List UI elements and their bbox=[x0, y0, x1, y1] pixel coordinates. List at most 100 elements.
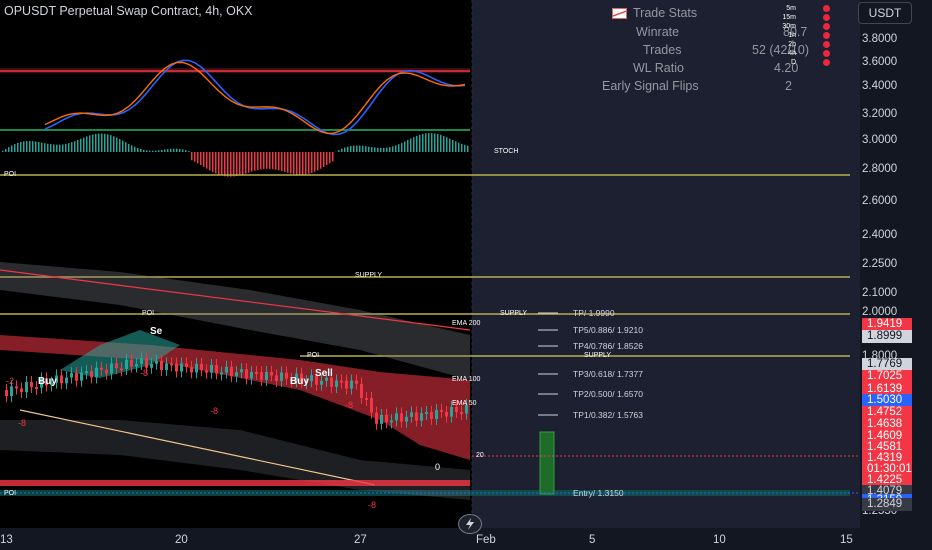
histogram-bar bbox=[413, 137, 415, 152]
status-dot-icon bbox=[823, 50, 830, 57]
histogram-bar bbox=[308, 152, 310, 174]
candle-body bbox=[435, 409, 438, 419]
histogram-bar bbox=[278, 152, 280, 171]
price-badge: 1.7025 bbox=[862, 370, 912, 383]
histogram-bar bbox=[323, 152, 325, 167]
sell-signal: Se bbox=[150, 326, 163, 337]
candle-body bbox=[25, 382, 28, 393]
histogram-bar bbox=[149, 150, 151, 152]
timeframe-label: 1h bbox=[788, 32, 796, 39]
histogram-bar bbox=[161, 149, 163, 152]
histogram-bar bbox=[443, 135, 445, 152]
histogram-bar bbox=[407, 139, 409, 152]
time-tick: Feb bbox=[476, 534, 496, 546]
flag-icon bbox=[612, 8, 627, 20]
histogram-bar bbox=[107, 134, 109, 152]
histogram-bar bbox=[236, 152, 238, 176]
histogram-bar bbox=[248, 152, 250, 173]
stat-value: 52 (42/10) bbox=[752, 43, 809, 57]
histogram-bar bbox=[125, 142, 127, 152]
histogram-bar bbox=[29, 141, 31, 152]
stoch-upper-fill bbox=[0, 68, 470, 73]
histogram-bar bbox=[452, 139, 454, 152]
candle-body bbox=[250, 371, 253, 379]
candle-body bbox=[440, 409, 443, 412]
histogram-bar bbox=[98, 133, 100, 152]
histogram-bar bbox=[104, 133, 106, 152]
target-label: TP3/0.618/ 1.7377 bbox=[573, 369, 643, 379]
histogram-bar bbox=[245, 152, 247, 174]
histogram-bar bbox=[116, 137, 118, 152]
candle-body bbox=[245, 369, 248, 379]
histogram-bar bbox=[371, 147, 373, 152]
histogram-bar bbox=[185, 150, 187, 152]
candle-body bbox=[20, 388, 23, 393]
stat-label: WL Ratio bbox=[633, 61, 684, 75]
histogram-bar bbox=[113, 136, 115, 152]
candle-body bbox=[60, 375, 63, 384]
histogram-bar bbox=[5, 148, 7, 152]
histogram-bar bbox=[362, 145, 364, 152]
candle-body bbox=[355, 380, 358, 384]
ema-label: EMA 50 bbox=[452, 400, 477, 407]
candle-body bbox=[95, 367, 98, 378]
histogram-bar bbox=[68, 143, 70, 152]
supply-label: SUPPLY bbox=[355, 272, 383, 279]
histogram-bar bbox=[35, 141, 37, 152]
histogram-bar bbox=[389, 147, 391, 152]
histogram-bar bbox=[11, 145, 13, 152]
candle-body bbox=[185, 363, 188, 367]
candle-body bbox=[15, 386, 18, 389]
histogram-bar bbox=[287, 152, 289, 173]
candle-body bbox=[380, 414, 383, 424]
histogram-bar bbox=[386, 147, 388, 152]
histogram-bar bbox=[71, 142, 73, 152]
buy-signal: Buy bbox=[290, 376, 309, 387]
histogram-bar bbox=[2, 150, 4, 152]
histogram-bar bbox=[290, 152, 292, 174]
histogram-bar bbox=[206, 152, 208, 169]
stat-label: Trades bbox=[643, 43, 682, 57]
histogram-bar bbox=[401, 142, 403, 152]
histogram-bar bbox=[359, 145, 361, 152]
histogram-bar bbox=[188, 151, 190, 152]
chart-canvas[interactable] bbox=[0, 0, 932, 550]
histogram-bar bbox=[275, 152, 277, 170]
histogram-bar bbox=[26, 141, 28, 152]
histogram-bar bbox=[92, 134, 94, 152]
histogram-bar bbox=[65, 143, 67, 152]
ema-label: 20 bbox=[476, 452, 484, 459]
candle-body bbox=[285, 372, 288, 379]
time-axis[interactable]: 13 20 27 Feb 5 10 15 bbox=[0, 528, 932, 550]
status-dot-icon bbox=[823, 41, 830, 48]
histogram-bar bbox=[215, 152, 217, 174]
supply-label: SUPPLY bbox=[500, 310, 528, 317]
histogram-bar bbox=[296, 152, 298, 175]
candle-body bbox=[220, 372, 223, 375]
time-tick: 10 bbox=[713, 534, 726, 546]
histogram-bar bbox=[467, 145, 469, 152]
price-axis[interactable]: 3.8000 3.6000 3.4000 3.2000 3.0000 2.800… bbox=[860, 0, 932, 528]
histogram-bar bbox=[254, 152, 256, 171]
histogram-bar bbox=[155, 150, 157, 152]
candle-body bbox=[420, 413, 423, 421]
count-mark: -2 bbox=[6, 376, 15, 386]
histogram-bar bbox=[191, 152, 193, 161]
time-tick: 5 bbox=[589, 534, 596, 546]
histogram-bar bbox=[167, 149, 169, 152]
histogram-bar bbox=[62, 144, 64, 152]
chart-title: OPUSDT Perpetual Swap Contract, 4h, OKX bbox=[4, 4, 253, 18]
candle-body bbox=[230, 366, 233, 377]
histogram-bar bbox=[41, 142, 43, 152]
price-tick: 2.6000 bbox=[862, 195, 898, 207]
candle-body bbox=[160, 360, 163, 370]
price-tick: 3.2000 bbox=[862, 108, 898, 120]
candle-body bbox=[415, 412, 418, 421]
candle-body bbox=[110, 363, 113, 374]
stat-value: 2 bbox=[785, 79, 792, 93]
candle-body bbox=[310, 375, 313, 382]
timeframe-label: D bbox=[790, 59, 796, 66]
candle-body bbox=[205, 370, 208, 373]
candle-body bbox=[345, 380, 348, 389]
candle-body bbox=[75, 373, 78, 381]
